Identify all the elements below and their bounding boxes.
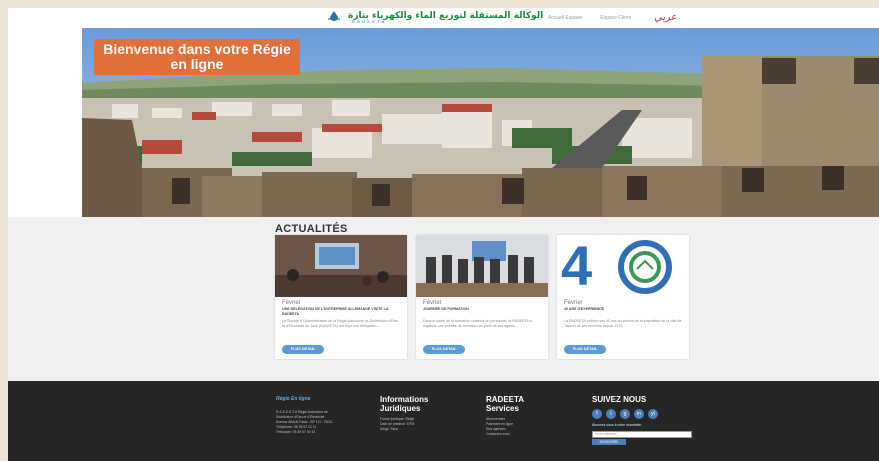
- newsletter-submit-button[interactable]: S'INSCRIRE: [592, 439, 626, 445]
- welcome-banner: Bienvenue dans votre Régie en ligne: [94, 39, 300, 75]
- logo-drop-icon: [328, 11, 340, 21]
- news-thumbnail[interactable]: [416, 235, 548, 297]
- nav-item-espace-client[interactable]: Espace Client: [600, 15, 631, 21]
- svg-text:4: 4: [561, 235, 592, 297]
- footer-col-regie: Régie En ligne R.A.D.E.E.T.A Régie Auton…: [276, 395, 332, 435]
- news-title[interactable]: JOURNÉE DE FORMATION: [423, 307, 541, 312]
- footer-line: Télécopie: 05 35 67 40 34: [276, 430, 316, 434]
- news-card[interactable]: Février UNE DÉLÉGATION DE L'ENTREPRISE A…: [275, 235, 407, 359]
- read-more-button[interactable]: PLUS DETAIL: [564, 345, 606, 354]
- footer-col-juridique: Informations Juridiques Forme juridique:…: [380, 395, 470, 432]
- footer-col-title: Informations Juridiques: [380, 395, 429, 413]
- news-excerpt: Dans le cadre de la formation continue d…: [423, 319, 532, 328]
- news-card[interactable]: 4 Février 40 ANS D'EXPÉRIENCE La RADEETA…: [557, 235, 689, 359]
- page: الوكالة المستقلة لتوزيع الماء والكهرباء …: [8, 8, 879, 461]
- news-date: Février: [282, 300, 301, 306]
- site-header: الوكالة المستقلة لتوزيع الماء والكهرباء …: [8, 8, 879, 30]
- newsletter-input[interactable]: Votre adresse: [592, 431, 692, 438]
- top-nav: Accueil Espace Espace Client: [548, 15, 631, 21]
- nav-item-accueil[interactable]: Accueil Espace: [548, 15, 582, 21]
- footer-link[interactable]: Contactez-nous: [486, 432, 576, 437]
- social-links: f t g in yt: [592, 409, 702, 419]
- footer-col-social: SUIVEZ NOUS f t g in yt Abonnez-vous à n…: [592, 395, 702, 445]
- facebook-icon[interactable]: f: [592, 409, 602, 419]
- news-date: Février: [423, 300, 442, 306]
- news-thumbnail[interactable]: 4: [557, 235, 689, 297]
- read-more-button[interactable]: PLUS DETAIL: [282, 345, 324, 354]
- news-excerpt: La RADEETA célèbre ses 40 ans au service…: [564, 319, 682, 328]
- news-card[interactable]: Février JOURNÉE DE FORMATION Dans le cad…: [416, 235, 548, 359]
- footer-col-services: RADEETA Services Abonnement Paiement en …: [486, 395, 576, 437]
- youtube-icon[interactable]: yt: [648, 409, 658, 419]
- read-more-button[interactable]: PLUS DETAIL: [423, 345, 465, 354]
- footer-col-title: Régie En ligne: [276, 396, 311, 402]
- footer-line: Siège: Taza: [380, 427, 398, 431]
- newsletter-text: Abonnez-vous à notre newsletter: [592, 423, 642, 427]
- hero-banner: Bienvenue dans votre Régie en ligne: [82, 28, 879, 217]
- news-excerpt: La Société a l'Administration de la Régi…: [282, 319, 398, 328]
- language-switch[interactable]: عربي: [654, 12, 677, 23]
- news-section-title: ACTUALITÉS: [275, 223, 348, 235]
- news-title[interactable]: UNE DÉLÉGATION DE L'ENTREPRISE ALLEMANDE…: [282, 307, 400, 316]
- site-footer: Régie En ligne R.A.D.E.E.T.A Régie Auton…: [8, 381, 879, 461]
- news-section: ACTUALITÉS Février UNE DÉLÉGATION DE L'E…: [8, 217, 879, 381]
- news-date: Février: [564, 300, 583, 306]
- anniversary-40-logo: 4: [557, 235, 689, 297]
- logo-subtitle: R.A.D.E.E.T.A: [352, 19, 385, 24]
- twitter-icon[interactable]: t: [606, 409, 616, 419]
- news-title[interactable]: 40 ANS D'EXPÉRIENCE: [564, 307, 682, 312]
- news-image-meeting: [275, 235, 407, 297]
- news-image-group: [416, 235, 548, 297]
- footer-col-title: RADEETA Services: [486, 395, 524, 413]
- news-thumbnail[interactable]: [275, 235, 407, 297]
- footer-col-title: SUIVEZ NOUS: [592, 395, 647, 404]
- linkedin-icon[interactable]: in: [634, 409, 644, 419]
- google-icon[interactable]: g: [620, 409, 630, 419]
